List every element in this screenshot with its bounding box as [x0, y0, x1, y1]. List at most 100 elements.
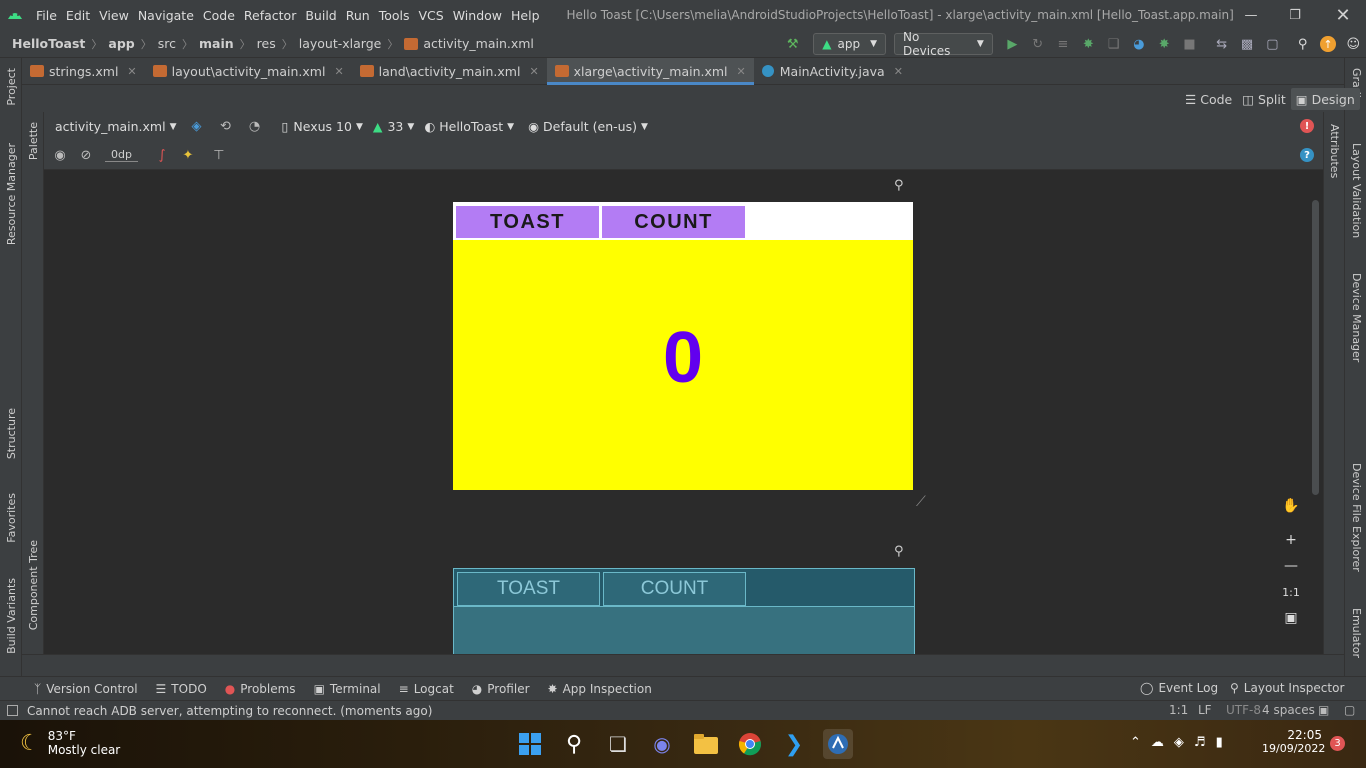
restore-icon[interactable]: ❐ [1272, 0, 1318, 30]
tab-mainactivity-java[interactable]: MainActivity.java ✕ [754, 58, 911, 85]
cloud-icon[interactable]: ☁ [1151, 735, 1164, 750]
view-mode-design[interactable]: ▣ Design [1290, 88, 1360, 110]
lock-icon[interactable]: ▣ [1318, 703, 1329, 717]
hammer-icon[interactable]: ⚒ [785, 36, 800, 52]
view-mode-split[interactable]: ◫ Split [1237, 88, 1291, 110]
rerun-icon[interactable]: ↻ [1030, 36, 1045, 52]
vertical-scrollbar[interactable] [1312, 200, 1319, 495]
tool-terminal[interactable]: ▣ Terminal [314, 682, 381, 696]
pan-hand-icon[interactable]: ✋ [1278, 493, 1304, 519]
menu-refactor[interactable]: Refactor [244, 8, 296, 23]
chrome-icon[interactable] [735, 729, 765, 759]
pin-icon[interactable]: ⚲ [894, 178, 904, 193]
tool-layout-inspector[interactable]: ⚲ Layout Inspector [1230, 681, 1344, 695]
menu-window[interactable]: Window [453, 8, 502, 23]
notification-badge[interactable]: 3 [1330, 736, 1345, 751]
breadcrumb-res[interactable]: res [257, 36, 276, 51]
file-encoding[interactable]: UTF-8 [1226, 703, 1261, 717]
night-mode-icon[interactable]: ◔ [247, 119, 263, 135]
menu-view[interactable]: View [99, 8, 129, 23]
stop-icon[interactable]: ■ [1182, 36, 1197, 52]
breadcrumb-src[interactable]: src [158, 36, 176, 51]
wifi-icon[interactable]: ◈ [1174, 735, 1184, 750]
view-mode-code[interactable]: ☰ Code [1180, 88, 1237, 110]
menu-run[interactable]: Run [346, 8, 370, 23]
tool-profiler[interactable]: ◕ Profiler [472, 682, 530, 696]
magnet-off-icon[interactable]: ⊘ [78, 147, 94, 163]
orientation-icon[interactable]: ⟲ [218, 119, 234, 135]
locale-select[interactable]: ◉ Default (en-us) ▼ [528, 119, 648, 134]
file-explorer-icon[interactable] [691, 729, 721, 759]
api-select[interactable]: ▲ 33 ▼ [373, 119, 414, 134]
chevron-up-icon[interactable]: ⌃ [1130, 735, 1141, 750]
clear-constraints-icon[interactable]: ∫ [154, 147, 170, 163]
close-tab-icon[interactable]: ✕ [127, 65, 136, 78]
device-manager-icon[interactable]: ▩ [1239, 36, 1254, 52]
tool-palette[interactable]: Palette [27, 122, 40, 160]
error-icon[interactable]: ! [1300, 119, 1314, 133]
menu-code[interactable]: Code [203, 8, 235, 23]
battery-icon[interactable]: ▮ [1216, 735, 1223, 750]
search-icon[interactable]: ⚲ [559, 729, 589, 759]
blueprint-toast-button[interactable]: TOAST [457, 572, 600, 606]
infer-constraints-icon[interactable]: ✦ [180, 147, 196, 163]
pin-icon[interactable]: ⚲ [894, 544, 904, 559]
sync-gradle-icon[interactable]: ⇆ [1214, 36, 1229, 52]
tool-resource-manager[interactable]: Resource Manager [5, 143, 18, 245]
start-icon[interactable] [515, 729, 545, 759]
guidelines-icon[interactable]: ⊤ [211, 147, 227, 163]
file-select[interactable]: activity_main.xml ▼ [55, 119, 177, 134]
tool-version-control[interactable]: ᛉ Version Control [34, 682, 138, 696]
tool-layout-validation[interactable]: Layout Validation [1350, 143, 1363, 238]
count-button[interactable]: COUNT [602, 206, 745, 238]
account-icon[interactable]: ☺ [1346, 36, 1361, 52]
tool-emulator[interactable]: Emulator [1350, 608, 1363, 658]
tab-layout-activity-main[interactable]: layout\activity_main.xml ✕ [145, 58, 352, 85]
breadcrumb-main[interactable]: main [199, 36, 234, 51]
menu-build[interactable]: Build [305, 8, 336, 23]
tool-logcat[interactable]: ≡ Logcat [399, 682, 454, 696]
memory-icon[interactable]: ▢ [1344, 703, 1355, 717]
help-icon[interactable]: ? [1300, 148, 1314, 162]
sdk-manager-icon[interactable]: ▢ [1265, 36, 1280, 52]
menu-help[interactable]: Help [511, 8, 540, 23]
debug-icon[interactable]: ✸ [1081, 36, 1096, 52]
run-icon[interactable]: ▶ [1005, 36, 1020, 52]
device-preview-select[interactable]: ▯ Nexus 10 ▼ [282, 119, 363, 134]
tool-attributes[interactable]: Attributes [1328, 124, 1341, 178]
android-studio-taskbar-icon[interactable] [823, 729, 853, 759]
menu-file[interactable]: File [36, 8, 57, 23]
breadcrumb-project[interactable]: HelloToast [12, 36, 85, 51]
close-icon[interactable]: ✕ [1320, 0, 1366, 30]
tool-project[interactable]: Project [5, 68, 18, 106]
task-view-icon[interactable]: ❏ [603, 729, 633, 759]
toggle-tool-windows-icon[interactable] [7, 705, 18, 716]
run-config-select[interactable]: ▲ app ▼ [813, 33, 887, 55]
menu-navigate[interactable]: Navigate [138, 8, 194, 23]
apply-changes-icon[interactable]: ≡ [1055, 36, 1070, 52]
attach-debugger-icon[interactable]: ❑ [1106, 36, 1121, 52]
tab-strings-xml[interactable]: strings.xml ✕ [22, 58, 145, 85]
minimize-icon[interactable]: — [1228, 0, 1274, 30]
close-tab-icon[interactable]: ✕ [894, 65, 903, 78]
menu-tools[interactable]: Tools [379, 8, 410, 23]
blueprint-count-button[interactable]: COUNT [603, 572, 746, 606]
tool-app-inspection[interactable]: ✸ App Inspection [548, 682, 652, 696]
tool-structure[interactable]: Structure [5, 408, 18, 459]
tool-favorites[interactable]: Favorites [5, 493, 18, 543]
vscode-icon[interactable]: ❯ [779, 729, 809, 759]
tool-problems[interactable]: ● Problems [225, 682, 296, 696]
layers-icon[interactable]: ◈ [189, 119, 205, 135]
close-tab-icon[interactable]: ✕ [529, 65, 538, 78]
tool-build-variants[interactable]: Build Variants [5, 578, 18, 654]
zoom-actual-size[interactable]: 1:1 [1278, 579, 1304, 605]
menu-edit[interactable]: Edit [66, 8, 90, 23]
tool-component-tree[interactable]: Component Tree [27, 540, 40, 630]
close-tab-icon[interactable]: ✕ [737, 65, 746, 78]
update-icon[interactable]: ↑ [1320, 36, 1336, 52]
resize-handle-icon[interactable]: ⟋ [916, 494, 926, 510]
search-icon[interactable]: ⚲ [1295, 36, 1310, 52]
theme-select[interactable]: ◐ HelloToast ▼ [424, 119, 514, 134]
close-tab-icon[interactable]: ✕ [334, 65, 343, 78]
eye-icon[interactable]: ◉ [52, 147, 68, 163]
